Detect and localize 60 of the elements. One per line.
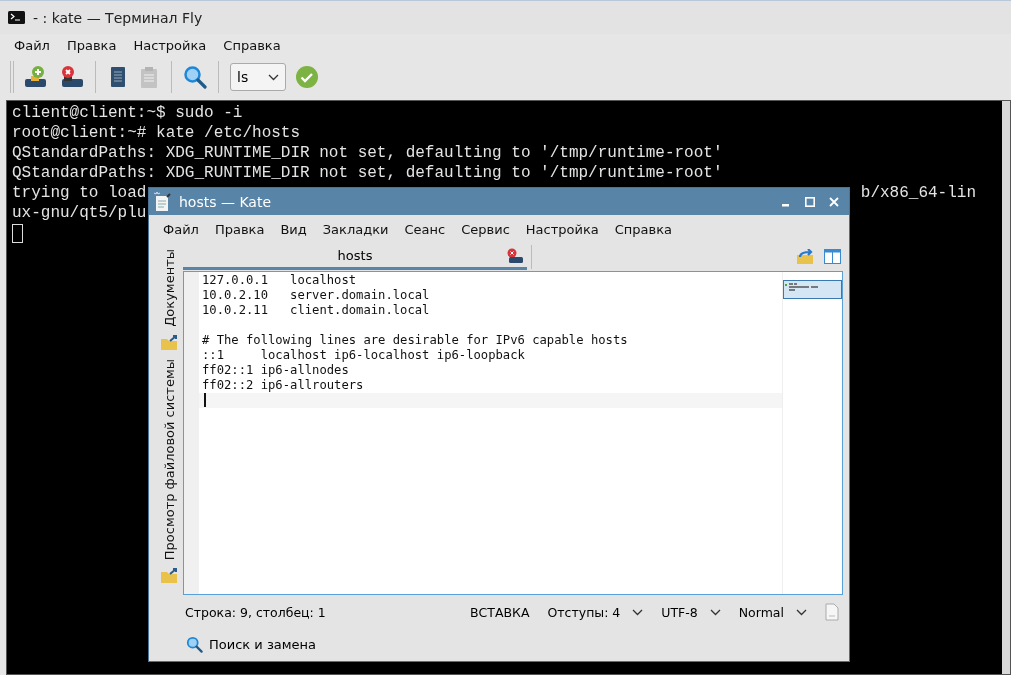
code-line: ::1 localhost ip6-localhost ip6-loopback [201, 348, 526, 363]
close-icon[interactable] [829, 196, 839, 207]
scrollbar[interactable] [1002, 101, 1010, 674]
folder-arrow-icon[interactable] [796, 249, 814, 265]
terminal-cursor [12, 224, 23, 243]
chevron-down-icon [268, 73, 279, 81]
code-line: 10.0.2.11 client.domain.local [201, 303, 431, 318]
menu-item[interactable]: Закладки [314, 219, 397, 239]
search-icon[interactable] [183, 65, 207, 89]
menu-item[interactable]: Правка [206, 219, 273, 239]
encoding-selector[interactable]: UTF-8 [661, 604, 721, 620]
menu-item[interactable]: Файл [155, 219, 207, 239]
checkmark-icon[interactable] [295, 65, 319, 89]
chevron-down-icon [796, 608, 807, 616]
menu-item[interactable]: Справка [215, 35, 290, 55]
search-replace-button[interactable]: Поиск и замена [183, 629, 843, 659]
window-title: hosts — Kate [179, 193, 272, 210]
terminal-line: client@client:~$ sudo -i [12, 103, 243, 123]
sidebar-tab[interactable]: Документы [161, 249, 177, 327]
terminal-line: b/x86_64-lin [860, 183, 977, 203]
menu-item[interactable]: Вид [272, 219, 315, 239]
folder-icon[interactable] [160, 568, 178, 585]
input-mode[interactable]: ВСТАВКА [469, 604, 530, 620]
text-cursor [204, 393, 206, 407]
menu-item[interactable]: Сервис [453, 219, 518, 239]
folder-icon[interactable] [160, 334, 178, 351]
terminal-line: root@client:~# kate /etc/hosts [12, 123, 301, 143]
maximize-icon[interactable] [805, 196, 815, 207]
search-icon [186, 635, 203, 653]
menu-item[interactable]: Справка [606, 219, 680, 239]
minimap[interactable] [783, 280, 842, 300]
text-editor[interactable] [183, 271, 843, 595]
code-line: 127.0.0.1 localhost [201, 273, 358, 288]
chevron-down-icon [709, 608, 721, 616]
terminal-line: ux-gnu/qt5/plu [12, 203, 147, 223]
split-view-icon[interactable] [824, 249, 841, 264]
command-combo[interactable]: ls [230, 63, 286, 91]
menu-item[interactable]: Файл [6, 35, 59, 55]
menu-item[interactable]: Настройка [517, 219, 607, 239]
chevron-down-icon [632, 608, 644, 616]
menu-item[interactable]: Настройка [125, 35, 216, 55]
add-connection-icon[interactable] [23, 65, 49, 89]
window-title: - : kate — Терминал Fly [33, 9, 203, 26]
terminal-icon [8, 11, 25, 24]
close-document-icon[interactable] [507, 248, 523, 264]
terminal-line: QStandardPaths: XDG_RUNTIME_DIR not set, defaulting to '/tmp/runtime-root' [12, 143, 723, 163]
code-line: 10.0.2.10 server.domain.local [201, 288, 431, 303]
file-icon [825, 603, 839, 621]
menu-item[interactable]: Сеанс [396, 219, 454, 239]
terminal-line: trying to load [12, 183, 147, 203]
sidebar-tab[interactable]: Просмотр файловой системы [161, 358, 177, 561]
indent-selector[interactable]: Отступы: 4 [547, 604, 644, 620]
code-line: ff02::1 ip6-allnodes [201, 363, 350, 378]
cursor-position: Строка: 9, столбец: 1 [185, 604, 326, 620]
syntax-selector[interactable]: Normal [738, 604, 807, 620]
notepad-icon [153, 191, 171, 212]
code-line: ff02::2 ip6-allrouters [201, 378, 365, 393]
code-line: # The following lines are desirable for IPv6 capable hosts [201, 333, 629, 348]
menu-item[interactable]: Правка [58, 35, 126, 55]
terminal-line: QStandardPaths: XDG_RUNTIME_DIR not set, defaulting to '/tmp/runtime-root' [12, 163, 723, 183]
